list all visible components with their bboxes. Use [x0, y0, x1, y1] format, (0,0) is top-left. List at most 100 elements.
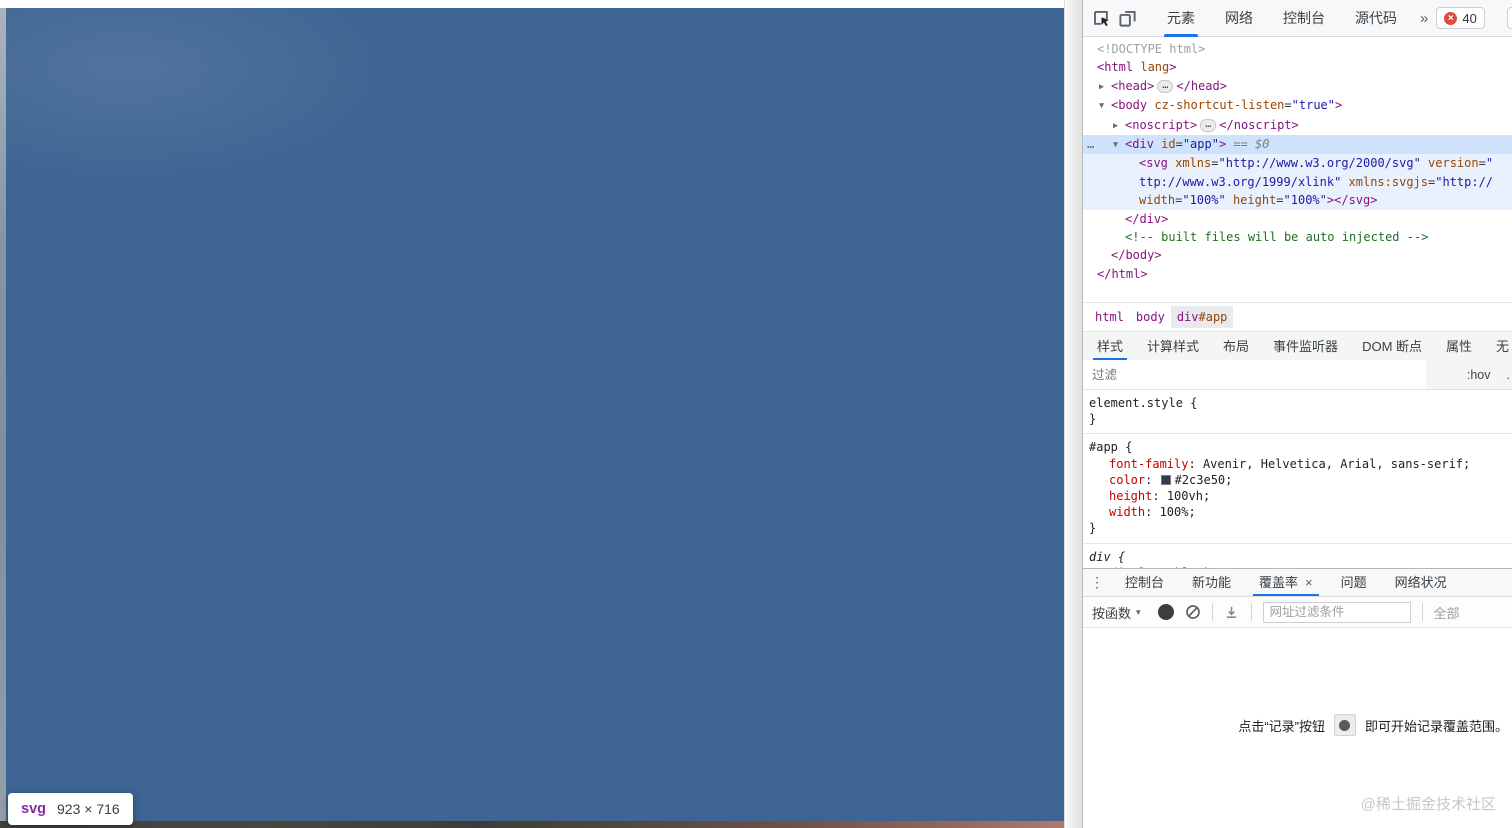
breadcrumb-item[interactable]: body: [1130, 306, 1171, 328]
panel-tab[interactable]: 网络: [1210, 0, 1268, 37]
record-button[interactable]: [1157, 604, 1174, 620]
drawer-tab[interactable]: 新功能: [1178, 569, 1245, 596]
css-declaration: font-family: Avenir, Helvetica, Arial, s…: [1089, 456, 1510, 472]
css-token-sel: div: [1089, 549, 1111, 564]
css-token-val: 100vh: [1166, 489, 1203, 504]
drawer-tab[interactable]: 问题: [1327, 569, 1381, 596]
hov-toggle[interactable]: :hov: [1467, 368, 1491, 382]
expand-arrow-icon[interactable]: ▶: [1113, 117, 1125, 135]
dom-tree-node[interactable]: ttp://www.w3.org/1999/xlink" xmlns:svgjs…: [1083, 172, 1512, 192]
error-badge[interactable]: × 40: [1436, 7, 1485, 29]
breadcrumb-item[interactable]: html: [1089, 306, 1130, 328]
inspect-tooltip-tag: svg: [21, 801, 46, 817]
dom-tree-node[interactable]: </body>: [1083, 246, 1512, 264]
drawer-tab[interactable]: 覆盖率 ×: [1245, 569, 1327, 596]
css-token-prop: height: [1109, 489, 1153, 504]
dom-tree-node[interactable]: <html lang>: [1083, 58, 1512, 76]
css-token-plain: :: [1188, 456, 1203, 471]
css-token-plain: :: [1152, 489, 1167, 504]
dom-tree-node[interactable]: <!-- built files will be auto injected -…: [1083, 228, 1512, 246]
devtools-panel: 元素 网络 控制台 源代码» × 40 <!DOCTYPE html> <html la…: [1082, 0, 1512, 828]
panel-tab[interactable]: 源代码: [1340, 0, 1412, 37]
sidebar-tab[interactable]: 布局: [1211, 332, 1261, 360]
code-token-plain: =: [1478, 156, 1486, 171]
code-token-attr: cz-shortcut-listen: [1147, 98, 1285, 113]
more-tabs-icon[interactable]: »: [1412, 0, 1436, 37]
sidebar-tab[interactable]: 属性: [1434, 332, 1484, 360]
code-token-val: "http://www.w3.org/2000/svg": [1218, 156, 1421, 171]
css-token-plain: ;: [1202, 489, 1211, 504]
panel-tab[interactable]: 元素: [1152, 0, 1210, 37]
css-token-brace: {: [1110, 549, 1126, 564]
coverage-scope-dropdown[interactable]: 按函数 ▾: [1092, 603, 1141, 622]
dom-tree-node[interactable]: <!DOCTYPE html>: [1083, 40, 1512, 58]
color-swatch[interactable]: [1160, 474, 1171, 485]
drawer-tab-label: 覆盖率: [1259, 574, 1299, 590]
sidebar-tab[interactable]: 无: [1484, 332, 1512, 360]
css-token-brace: }: [1089, 412, 1097, 427]
css-declaration: element.style {: [1089, 395, 1510, 411]
css-token-brace: {: [1117, 440, 1133, 455]
expand-arrow-icon[interactable]: ▼: [1099, 97, 1111, 115]
css-token-prop: width: [1109, 505, 1146, 520]
content-type-filter[interactable]: 全部: [1434, 603, 1460, 622]
styles-filter-input[interactable]: [1083, 360, 1426, 389]
css-token-prop: color: [1109, 472, 1146, 487]
dom-tree-node[interactable]: ▶ <noscript>… </noscript>: [1083, 116, 1512, 135]
code-token-tag: </html>: [1097, 266, 1148, 281]
code-token-val: ": [1485, 156, 1494, 171]
secondary-badge-clipped[interactable]: [1507, 7, 1512, 29]
sidebar-tab[interactable]: 样式: [1085, 332, 1135, 360]
expand-arrow-icon[interactable]: ▶: [1099, 78, 1111, 96]
css-rule[interactable]: element.style {}: [1083, 390, 1512, 435]
code-token-attr: version: [1420, 156, 1479, 171]
code-token-tag: <svg: [1139, 156, 1168, 171]
css-token-sel: #app: [1089, 440, 1118, 455]
dom-tree-node[interactable]: … ▼ <div id="app"> == $0: [1083, 135, 1512, 155]
pseudo-state-toggles[interactable]: :hov .: [1467, 368, 1512, 382]
export-icon[interactable]: [1224, 604, 1240, 620]
message-suffix: 即可开始记录覆盖范围。: [1364, 718, 1508, 734]
drawer-tab[interactable]: 网络状况: [1381, 569, 1461, 596]
dom-tree-node[interactable]: </html>: [1083, 265, 1512, 283]
expand-arrow-icon[interactable]: ▼: [1113, 136, 1125, 154]
sidebar-tab[interactable]: DOM 断点: [1350, 332, 1434, 360]
cls-toggle[interactable]: .: [1507, 368, 1510, 382]
dom-tree-node[interactable]: ▼ <body cz-shortcut-listen="true">: [1083, 96, 1512, 115]
code-token-val: "true": [1291, 98, 1335, 113]
code-token-attr: height: [1225, 193, 1277, 208]
close-icon[interactable]: ×: [1305, 569, 1313, 597]
code-token-tag: >: [1335, 98, 1343, 113]
code-token-tag: ></svg>: [1326, 193, 1378, 208]
dom-tree-node[interactable]: ▶ <head>… </head>: [1083, 77, 1512, 96]
drawer-menu-icon[interactable]: ⋮: [1083, 569, 1111, 596]
drawer-tab-label: 问题: [1340, 574, 1367, 590]
node-gutter-menu[interactable]: …: [1087, 135, 1095, 153]
url-filter-input[interactable]: [1262, 601, 1411, 623]
drawer-tab[interactable]: 控制台: [1111, 569, 1178, 596]
drawer-tab-label: 网络状况: [1394, 574, 1447, 590]
sidebar-tab[interactable]: 事件监听器: [1261, 332, 1350, 360]
dom-tree-node[interactable]: <svg xmlns="http://www.w3.org/2000/svg" …: [1083, 154, 1512, 173]
inspect-element-icon[interactable]: [1092, 7, 1111, 29]
record-dot-icon: [1339, 719, 1351, 731]
css-declaration: #app {: [1089, 439, 1510, 455]
drawer-tab-label: 新功能: [1192, 574, 1232, 590]
sidebar-tabs: 样式 计算样式 布局 事件监听器 DOM 断点 属性无: [1083, 331, 1512, 360]
sidebar-tab[interactable]: 计算样式: [1135, 332, 1211, 360]
devtools-main-toolbar: 元素 网络 控制台 源代码» × 40: [1083, 0, 1512, 37]
css-rule[interactable]: #app {font-family: Avenir, Helvetica, Ar…: [1083, 434, 1512, 544]
breadcrumb-item[interactable]: div#app: [1170, 306, 1234, 328]
code-token-tag: <head>: [1111, 78, 1155, 93]
panel-tab[interactable]: 控制台: [1268, 0, 1340, 37]
message-prefix: 点击“记录”按钮: [1238, 718, 1325, 734]
error-count: 40: [1462, 10, 1477, 26]
dom-tree-node[interactable]: width="100%" height="100%"></svg>: [1083, 191, 1512, 210]
css-token-plain: ;: [1225, 472, 1233, 487]
page-scrollbar[interactable]: [1064, 0, 1082, 828]
css-token-plain: :: [1145, 505, 1160, 520]
device-toolbar-icon[interactable]: [1118, 7, 1137, 29]
clear-icon[interactable]: [1185, 604, 1201, 620]
css-rule[interactable]: div {display: block;: [1083, 544, 1512, 568]
dom-tree-node[interactable]: </div>: [1083, 210, 1512, 228]
